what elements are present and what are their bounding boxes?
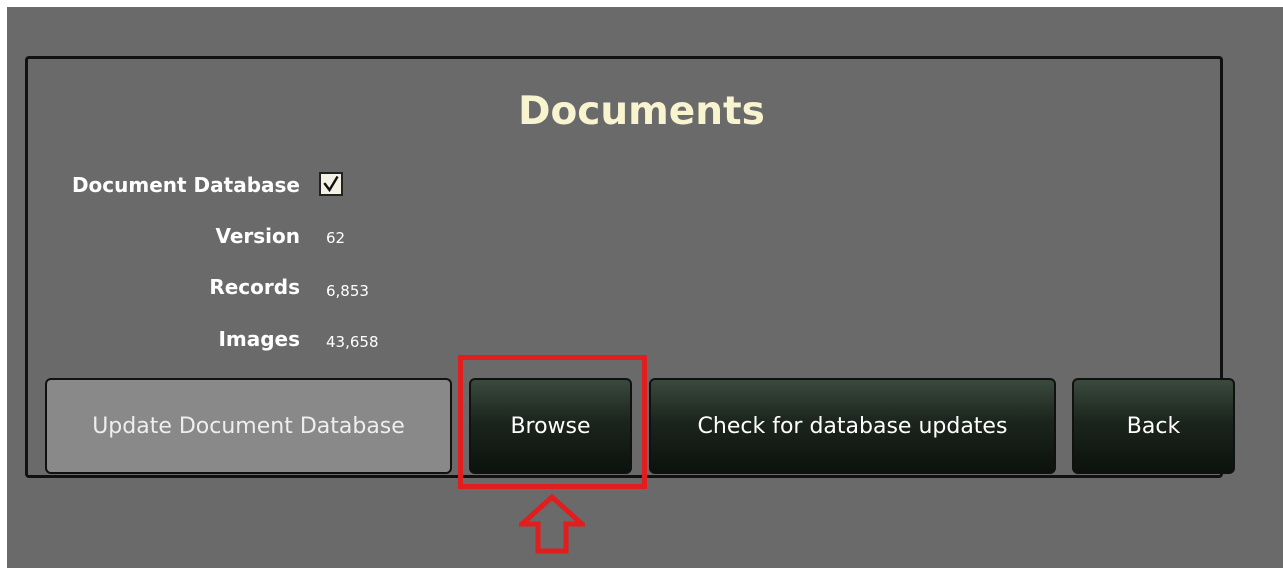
images-value: 43,658 (326, 333, 379, 351)
records-value: 6,853 (326, 282, 369, 300)
check-for-database-updates-button[interactable]: Check for database updates (649, 378, 1056, 474)
back-button[interactable]: Back (1072, 378, 1235, 474)
check-for-database-updates-label: Check for database updates (697, 413, 1008, 439)
update-document-database-button[interactable]: Update Document Database (45, 378, 452, 474)
document-database-checkbox[interactable] (319, 172, 343, 196)
checkmark-icon (323, 176, 339, 192)
records-label: Records (209, 275, 300, 299)
version-label: Version (215, 224, 300, 248)
version-value: 62 (326, 229, 346, 247)
page-title: Documents (518, 89, 765, 134)
document-database-label: Document Database (71, 173, 300, 197)
browse-highlight-box (458, 355, 647, 489)
update-document-database-label: Update Document Database (92, 413, 405, 439)
arrow-up-icon (519, 494, 585, 554)
images-label: Images (218, 327, 300, 351)
back-label: Back (1126, 413, 1181, 439)
